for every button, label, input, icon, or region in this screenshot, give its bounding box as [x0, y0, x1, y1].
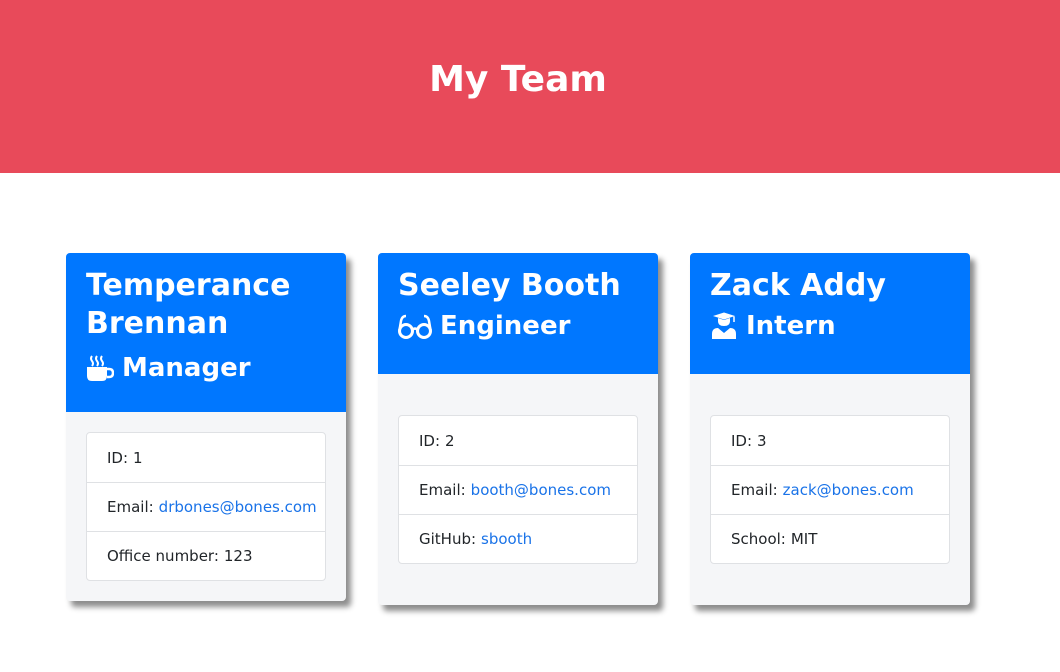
email-label: Email: — [419, 481, 466, 499]
id-row: ID: 3 — [711, 416, 949, 465]
glasses-icon — [398, 312, 432, 340]
graduate-icon — [710, 312, 738, 340]
role-label: Intern — [746, 311, 836, 341]
school-row: School: MIT — [711, 514, 949, 563]
employee-name: Zack Addy — [710, 268, 886, 303]
employee-name: Seeley Booth — [398, 268, 621, 303]
employee-role: Manager — [86, 351, 326, 385]
employee-name: Temperance Brennan — [86, 268, 291, 341]
email-link[interactable]: booth@bones.com — [471, 481, 611, 499]
employee-role: Engineer — [398, 309, 638, 343]
card-body: ID: 1 Email: drbones@bones.com Office nu… — [66, 412, 346, 601]
id-row: ID: 2 — [399, 416, 637, 465]
card-body: ID: 3 Email: zack@bones.com School: MIT — [690, 374, 970, 605]
email-label: Email: — [107, 498, 154, 516]
id-row: ID: 1 — [87, 433, 325, 482]
github-link[interactable]: sbooth — [481, 530, 532, 548]
id-value: 2 — [445, 431, 455, 450]
email-row: Email: drbones@bones.com — [87, 482, 325, 531]
card-header: Zack Addy Intern — [690, 253, 970, 374]
page-title: My Team — [429, 58, 607, 100]
info-list: ID: 1 Email: drbones@bones.com Office nu… — [86, 432, 326, 581]
card-header: Seeley Booth Engineer — [378, 253, 658, 374]
coffee-icon — [86, 354, 115, 382]
email-link[interactable]: drbones@bones.com — [159, 498, 317, 516]
employee-role: Intern — [710, 309, 950, 343]
role-label: Engineer — [440, 311, 571, 341]
id-label: ID: — [731, 431, 753, 450]
card-body: ID: 2 Email: booth@bones.com GitHub: sbo… — [378, 374, 658, 605]
jumbotron-header: My Team — [0, 0, 1060, 173]
github-row: GitHub: sbooth — [399, 514, 637, 563]
email-link[interactable]: zack@bones.com — [783, 481, 914, 499]
office-number-row: Office number: 123 — [87, 531, 325, 580]
github-label: GitHub: — [419, 530, 477, 548]
office-number-value: 123 — [223, 547, 253, 565]
info-list: ID: 3 Email: zack@bones.com School: MIT — [710, 415, 950, 564]
employee-card-engineer: Seeley Booth Engineer ID: 2 Email: booth… — [378, 253, 658, 605]
id-value: 1 — [133, 448, 143, 467]
info-list: ID: 2 Email: booth@bones.com GitHub: sbo… — [398, 415, 638, 564]
email-label: Email: — [731, 481, 778, 499]
email-row: Email: zack@bones.com — [711, 465, 949, 514]
id-label: ID: — [419, 431, 441, 450]
id-value: 3 — [757, 431, 767, 450]
employee-card-manager: Temperance Brennan Manager ID: 1 Email: — [66, 253, 346, 601]
office-number-label: Office number: — [107, 547, 219, 565]
school-label: School: — [731, 530, 786, 548]
id-label: ID: — [107, 448, 129, 467]
employee-card-intern: Zack Addy Intern ID: 3 Email: zack@bones… — [690, 253, 970, 605]
school-value: MIT — [790, 530, 818, 548]
role-label: Manager — [122, 353, 251, 383]
email-row: Email: booth@bones.com — [399, 465, 637, 514]
card-header: Temperance Brennan Manager — [66, 253, 346, 412]
